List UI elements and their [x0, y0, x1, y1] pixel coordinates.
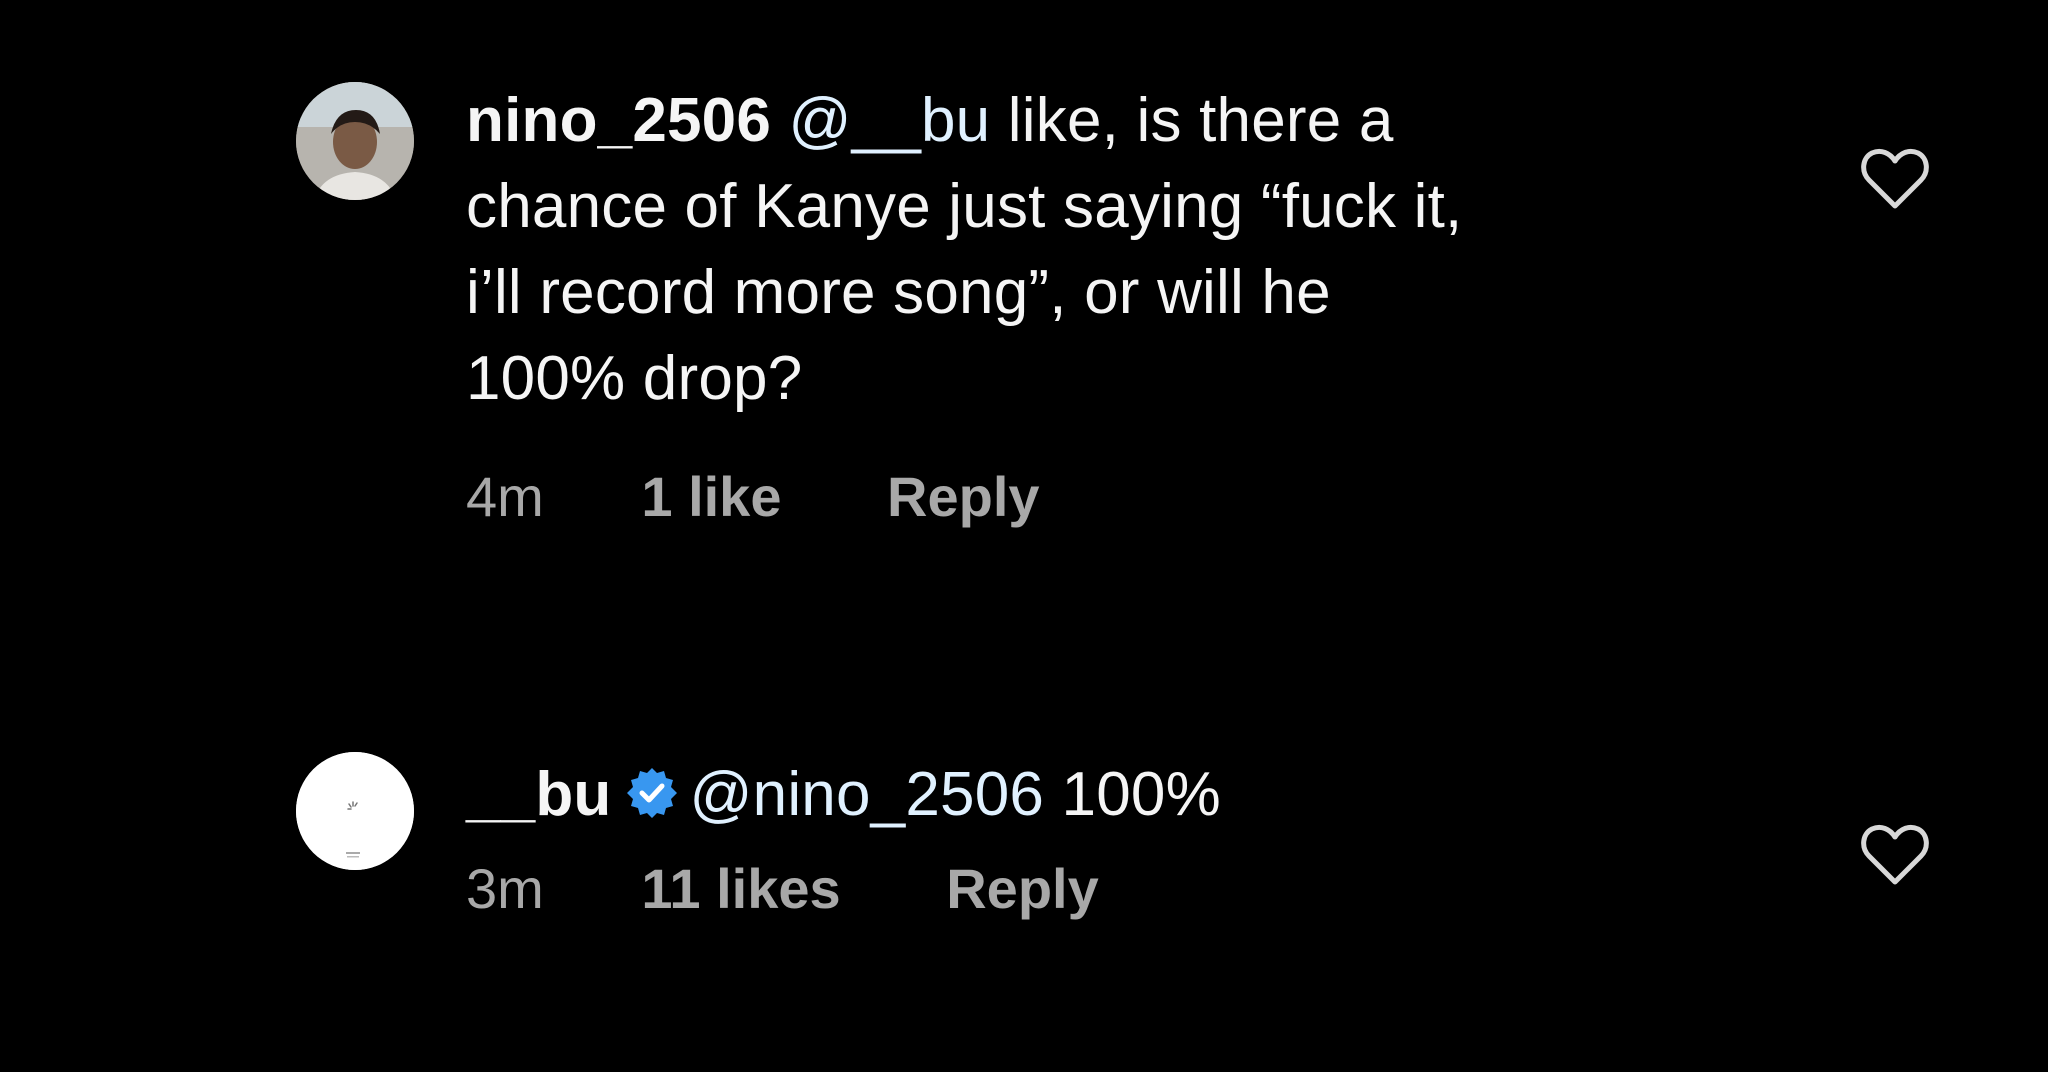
- comment-text-line: i’ll record more song”, or will he: [466, 258, 1331, 327]
- avatar-logo-image: [296, 752, 414, 870]
- comment-timestamp: 4m: [466, 465, 544, 528]
- avatar[interactable]: [296, 82, 414, 200]
- comment-mention[interactable]: @nino_2506: [690, 760, 1045, 829]
- heart-outline-icon[interactable]: [1860, 148, 1930, 210]
- comment-text-line: chance of Kanye just saying “fuck it,: [466, 172, 1463, 241]
- comment-username[interactable]: nino_2506: [466, 86, 771, 155]
- comment-timestamp: 3m: [466, 857, 544, 920]
- comment-meta: 4m 1 like Reply: [466, 464, 1786, 529]
- comment-text-line: 100%: [1044, 760, 1221, 829]
- avatar-photo-image: [296, 82, 414, 200]
- comment-mention[interactable]: @__bu: [789, 86, 991, 155]
- avatar[interactable]: [296, 752, 414, 870]
- comment-like-count[interactable]: 11 likes: [641, 856, 840, 921]
- comment-username[interactable]: __bu: [466, 760, 612, 829]
- comment-text: nino_2506 @__bu like, is there a chance …: [466, 78, 1786, 422]
- heart-outline-icon[interactable]: [1860, 824, 1930, 886]
- comment-body: nino_2506 @__bu like, is there a chance …: [466, 78, 1786, 529]
- comment-body: __bu @nino_2506 100% 3m 11 likes Reply: [466, 752, 1786, 921]
- reply-button[interactable]: Reply: [946, 856, 1099, 921]
- reply-button[interactable]: Reply: [887, 464, 1040, 529]
- verified-badge-icon: [624, 758, 680, 818]
- comment-text-line: 100% drop?: [466, 344, 803, 413]
- comment-text: __bu @nino_2506 100%: [466, 752, 1786, 838]
- comment-text-line: like, is there a: [990, 86, 1394, 155]
- comment-meta: 3m 11 likes Reply: [466, 856, 1786, 921]
- comment-like-count[interactable]: 1 like: [641, 464, 781, 529]
